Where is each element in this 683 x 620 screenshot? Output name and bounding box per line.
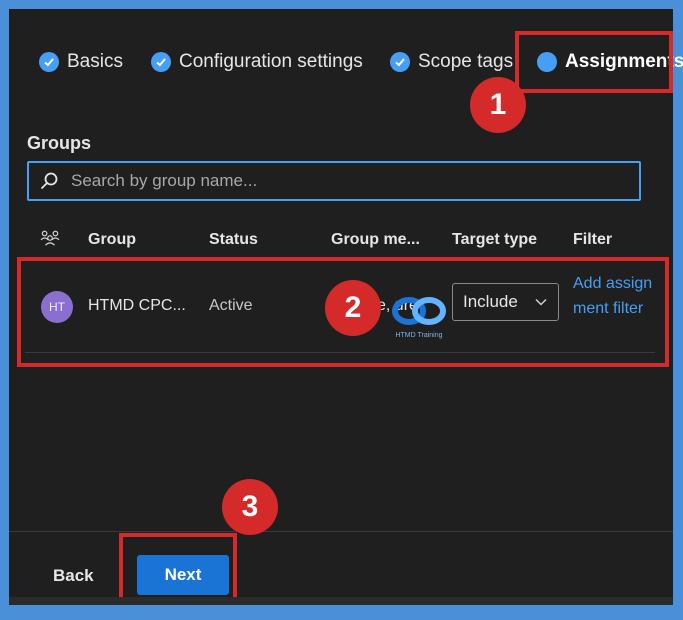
highlight-box-next: [119, 533, 237, 605]
checkmark-icon: [390, 52, 410, 72]
highlight-box-assignments: [515, 31, 673, 93]
column-header-group[interactable]: Group: [88, 231, 136, 249]
step-basics[interactable]: Basics: [39, 51, 123, 73]
checkmark-icon: [39, 52, 59, 72]
group-search-box[interactable]: [27, 161, 641, 201]
group-search-input[interactable]: [71, 171, 611, 191]
step-label: Configuration settings: [179, 51, 363, 72]
assignment-wizard-panel: Basics Configuration settings Scope tags…: [9, 9, 683, 605]
column-header-filter[interactable]: Filter: [573, 231, 612, 249]
step-label: Scope tags: [418, 51, 514, 72]
groups-table-header: Group Status Group me... Target type Fil…: [9, 227, 673, 257]
callout-badge-3: 3: [222, 479, 278, 535]
search-icon: [40, 172, 58, 190]
footer-divider: [9, 531, 673, 532]
column-header-status[interactable]: Status: [209, 231, 258, 249]
callout-badge-1: 1: [470, 77, 526, 133]
back-button[interactable]: Back: [53, 566, 94, 586]
step-scope-tags[interactable]: Scope tags: [390, 51, 513, 73]
step-configuration-settings[interactable]: Configuration settings: [151, 51, 363, 73]
callout-badge-2: 2: [325, 280, 381, 336]
groups-heading: Groups: [27, 133, 92, 153]
step-label: Basics: [67, 51, 123, 72]
checkmark-icon: [151, 52, 171, 72]
members-icon: [39, 229, 61, 252]
column-header-group-members[interactable]: Group me...: [331, 231, 420, 249]
horizontal-scrollbar[interactable]: [9, 597, 673, 605]
column-header-target-type[interactable]: Target type: [452, 231, 537, 249]
